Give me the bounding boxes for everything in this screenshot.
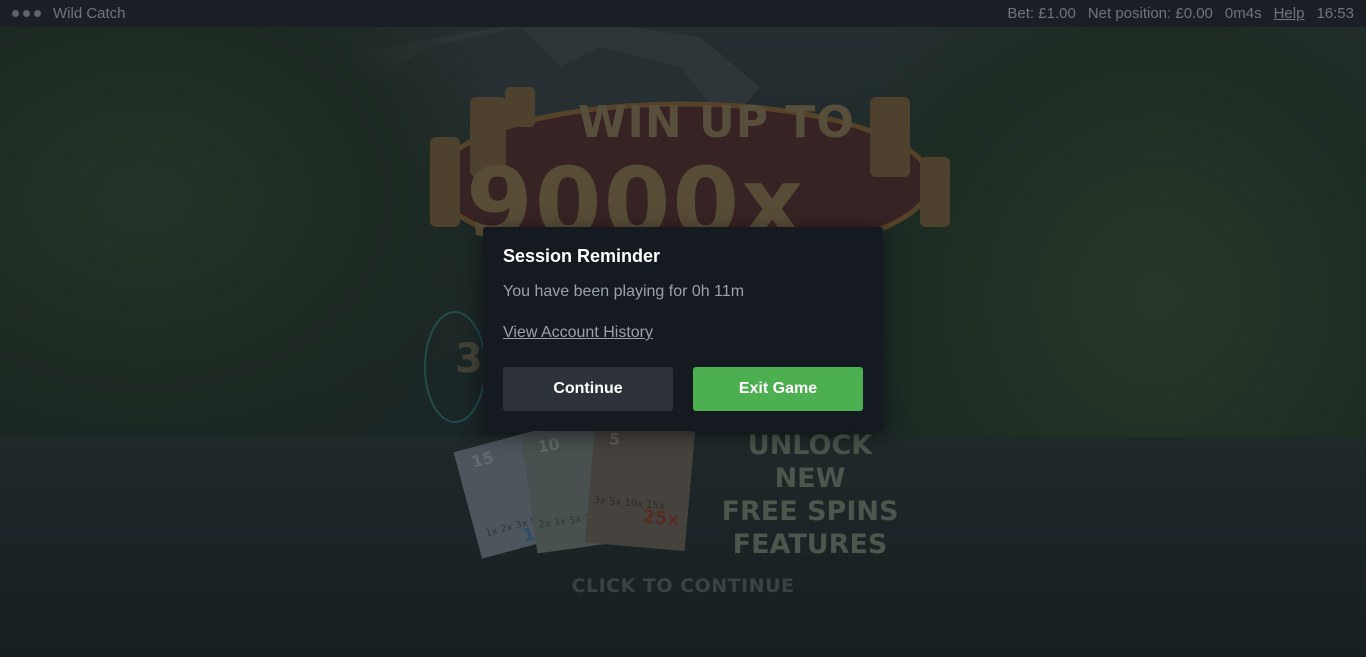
session-info: Bet: £1.00 Net position: £0.00 0m4s Help…: [1007, 5, 1354, 22]
dialog-title: Session Reminder: [503, 246, 661, 266]
continue-button[interactable]: Continue: [503, 367, 673, 411]
bet-amount: Bet: £1.00: [1007, 5, 1076, 22]
game-title: Wild Catch: [53, 5, 126, 22]
menu-dots-icon[interactable]: [12, 10, 41, 17]
dialog-message: You have been playing for 0h 11m: [503, 283, 745, 300]
session-reminder-dialog: Session Reminder You have been playing f…: [483, 227, 883, 431]
session-timer: 0m4s: [1224, 5, 1262, 22]
help-link[interactable]: Help: [1274, 5, 1305, 22]
view-account-history-link[interactable]: View Account History: [503, 324, 653, 342]
net-position: Net position: £0.00: [1087, 5, 1213, 22]
clock: 16:53: [1316, 5, 1354, 22]
exit-game-button[interactable]: Exit Game: [693, 367, 863, 411]
top-bar: Wild Catch Bet: £1.00 Net position: £0.0…: [0, 0, 1366, 27]
